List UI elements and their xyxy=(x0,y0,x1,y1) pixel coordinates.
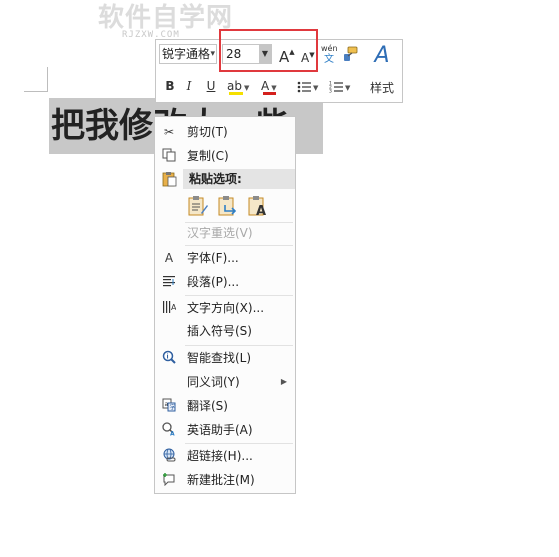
menu-item-hyperlink[interactable]: 超链接(H)... xyxy=(155,445,295,467)
menu-item-smart-lookup[interactable]: i 智能查找(L) xyxy=(155,347,295,369)
menu-item-label: 复制(C) xyxy=(187,149,229,163)
translate-icon: a字 xyxy=(161,398,177,414)
menu-item-label: 翻译(S) xyxy=(187,399,228,413)
menu-item-new-comment[interactable]: 新建批注(M) xyxy=(155,469,295,491)
svg-text:A: A xyxy=(256,204,266,217)
menu-item-text-direction[interactable]: A 文字方向(X)... xyxy=(155,297,295,319)
menu-item-cut[interactable]: ✂ 剪切(T) xyxy=(155,121,295,143)
menu-separator xyxy=(185,295,293,296)
font-color-button[interactable]: A ▼ xyxy=(261,76,285,96)
styles-label: 样式 xyxy=(369,81,394,95)
paste-keep-formatting-icon xyxy=(188,196,208,216)
menu-item-english-assistant[interactable]: A 英语助手(A) xyxy=(155,419,295,441)
menu-item-translate[interactable]: a字 翻译(S) xyxy=(155,395,295,417)
font-name-value: 锐字通格 xyxy=(162,47,211,61)
paste-merge-formatting-button[interactable] xyxy=(217,195,239,217)
chevron-down-icon[interactable]: ▼ xyxy=(244,84,249,92)
menu-item-paragraph[interactable]: 段落(P)... xyxy=(155,271,295,293)
svg-text:3: 3 xyxy=(329,88,332,94)
paste-text-only-icon: A xyxy=(248,196,266,219)
italic-button[interactable]: I xyxy=(183,76,195,96)
font-name-combobox[interactable]: 锐字通格 ▾ xyxy=(159,44,217,64)
chevron-down-icon[interactable]: ▼ xyxy=(271,84,276,92)
phonetic-guide-button[interactable]: wén 文 xyxy=(321,43,338,65)
paste-keep-source-formatting-button[interactable] xyxy=(187,195,209,217)
font-color-icon: A xyxy=(261,79,270,93)
chevron-down-icon[interactable]: ▼ xyxy=(345,84,350,92)
paste-merge-formatting-icon xyxy=(218,196,237,216)
highlight-icon: ab xyxy=(227,79,242,93)
paste-options-label: 粘贴选项: xyxy=(189,172,242,186)
numbering-icon: 1 2 3 xyxy=(329,80,343,94)
phonetic-guide-char: 文 xyxy=(324,54,334,65)
menu-item-label: 文字方向(X)... xyxy=(187,301,265,315)
svg-text:A: A xyxy=(171,303,176,312)
menu-item-label: 汉字重选(V) xyxy=(187,226,253,240)
svg-text:i: i xyxy=(167,354,169,361)
bullets-button[interactable]: ▼ xyxy=(297,76,321,96)
context-menu: ✂ 剪切(T) 复制(C) 粘贴选项: A 汉字重选(V) A 字体(F)...… xyxy=(154,116,296,494)
svg-text:字: 字 xyxy=(170,404,176,412)
chevron-down-icon[interactable]: ▾ xyxy=(210,45,215,63)
menu-item-synonyms[interactable]: 同义词(Y) ▶ xyxy=(155,371,295,393)
hyperlink-icon xyxy=(161,448,177,464)
menu-separator xyxy=(185,345,293,346)
smart-lookup-icon: i xyxy=(161,350,177,366)
bold-button[interactable]: B xyxy=(164,76,176,96)
format-painter-button[interactable] xyxy=(342,46,358,62)
highlight-color-swatch xyxy=(229,92,243,95)
menu-item-label: 插入符号(S) xyxy=(187,324,252,338)
menu-item-font[interactable]: A 字体(F)... xyxy=(155,247,295,269)
margin-mark xyxy=(24,91,48,92)
menu-separator xyxy=(185,245,293,246)
menu-item-label: 同义词(Y) xyxy=(187,375,240,389)
font-size-combobox[interactable]: 28 ▼ xyxy=(222,44,272,64)
chevron-right-icon: ▶ xyxy=(280,377,287,386)
font-icon: A xyxy=(164,251,174,265)
format-painter-icon xyxy=(344,46,358,61)
chevron-down-icon[interactable]: ▼ xyxy=(313,84,318,92)
copy-icon xyxy=(161,148,177,164)
menu-item-label: 字体(F)... xyxy=(187,251,239,265)
phonetic-guide-icon: wén xyxy=(321,44,338,53)
menu-item-label: 英语助手(A) xyxy=(187,423,253,437)
new-comment-icon xyxy=(161,472,177,488)
shrink-font-icon: A xyxy=(301,51,310,65)
menu-separator xyxy=(185,443,293,444)
styles-icon: A xyxy=(374,43,390,68)
watermark-title: 软件自学网 xyxy=(98,3,234,33)
margin-mark xyxy=(47,67,48,92)
english-assistant-icon: A xyxy=(161,422,177,438)
font-size-value: 28 xyxy=(226,47,242,61)
menu-item-label: 段落(P)... xyxy=(187,275,240,289)
paste-options-header: 粘贴选项: xyxy=(183,169,295,189)
bullets-icon xyxy=(297,81,311,92)
underline-button[interactable]: U xyxy=(205,76,217,96)
font-color-swatch xyxy=(263,92,276,95)
menu-item-insert-symbol[interactable]: 插入符号(S) xyxy=(155,320,295,342)
chevron-down-icon[interactable]: ▼ xyxy=(259,45,271,63)
clipboard-icon xyxy=(161,171,177,187)
menu-item-label: 智能查找(L) xyxy=(187,351,252,365)
numbering-button[interactable]: 1 2 3 ▼ xyxy=(329,76,357,96)
scissors-icon: ✂ xyxy=(163,125,175,139)
menu-item-label: 超链接(H)... xyxy=(187,449,253,463)
highlight-color-button[interactable]: ab ▼ xyxy=(227,76,251,96)
mini-toolbar: 锐字通格 ▾ 28 ▼ A▲ A▼ wén 文 A 样式 B I U ab ▼ A… xyxy=(155,39,403,103)
styles-button[interactable]: A 样式 xyxy=(364,43,400,99)
menu-item-label: 剪切(T) xyxy=(187,125,228,139)
text-direction-icon: A xyxy=(161,300,177,316)
grow-font-icon: A xyxy=(279,48,290,66)
grow-font-button[interactable]: A▲ xyxy=(279,48,295,66)
paste-keep-text-only-button[interactable]: A xyxy=(247,195,269,219)
menu-item-copy[interactable]: 复制(C) xyxy=(155,145,295,167)
paragraph-icon xyxy=(161,274,177,290)
menu-item-reconvert: 汉字重选(V) xyxy=(155,222,295,244)
menu-item-label: 新建批注(M) xyxy=(187,473,255,487)
svg-text:A: A xyxy=(170,431,175,437)
shrink-font-button[interactable]: A▼ xyxy=(301,51,315,65)
